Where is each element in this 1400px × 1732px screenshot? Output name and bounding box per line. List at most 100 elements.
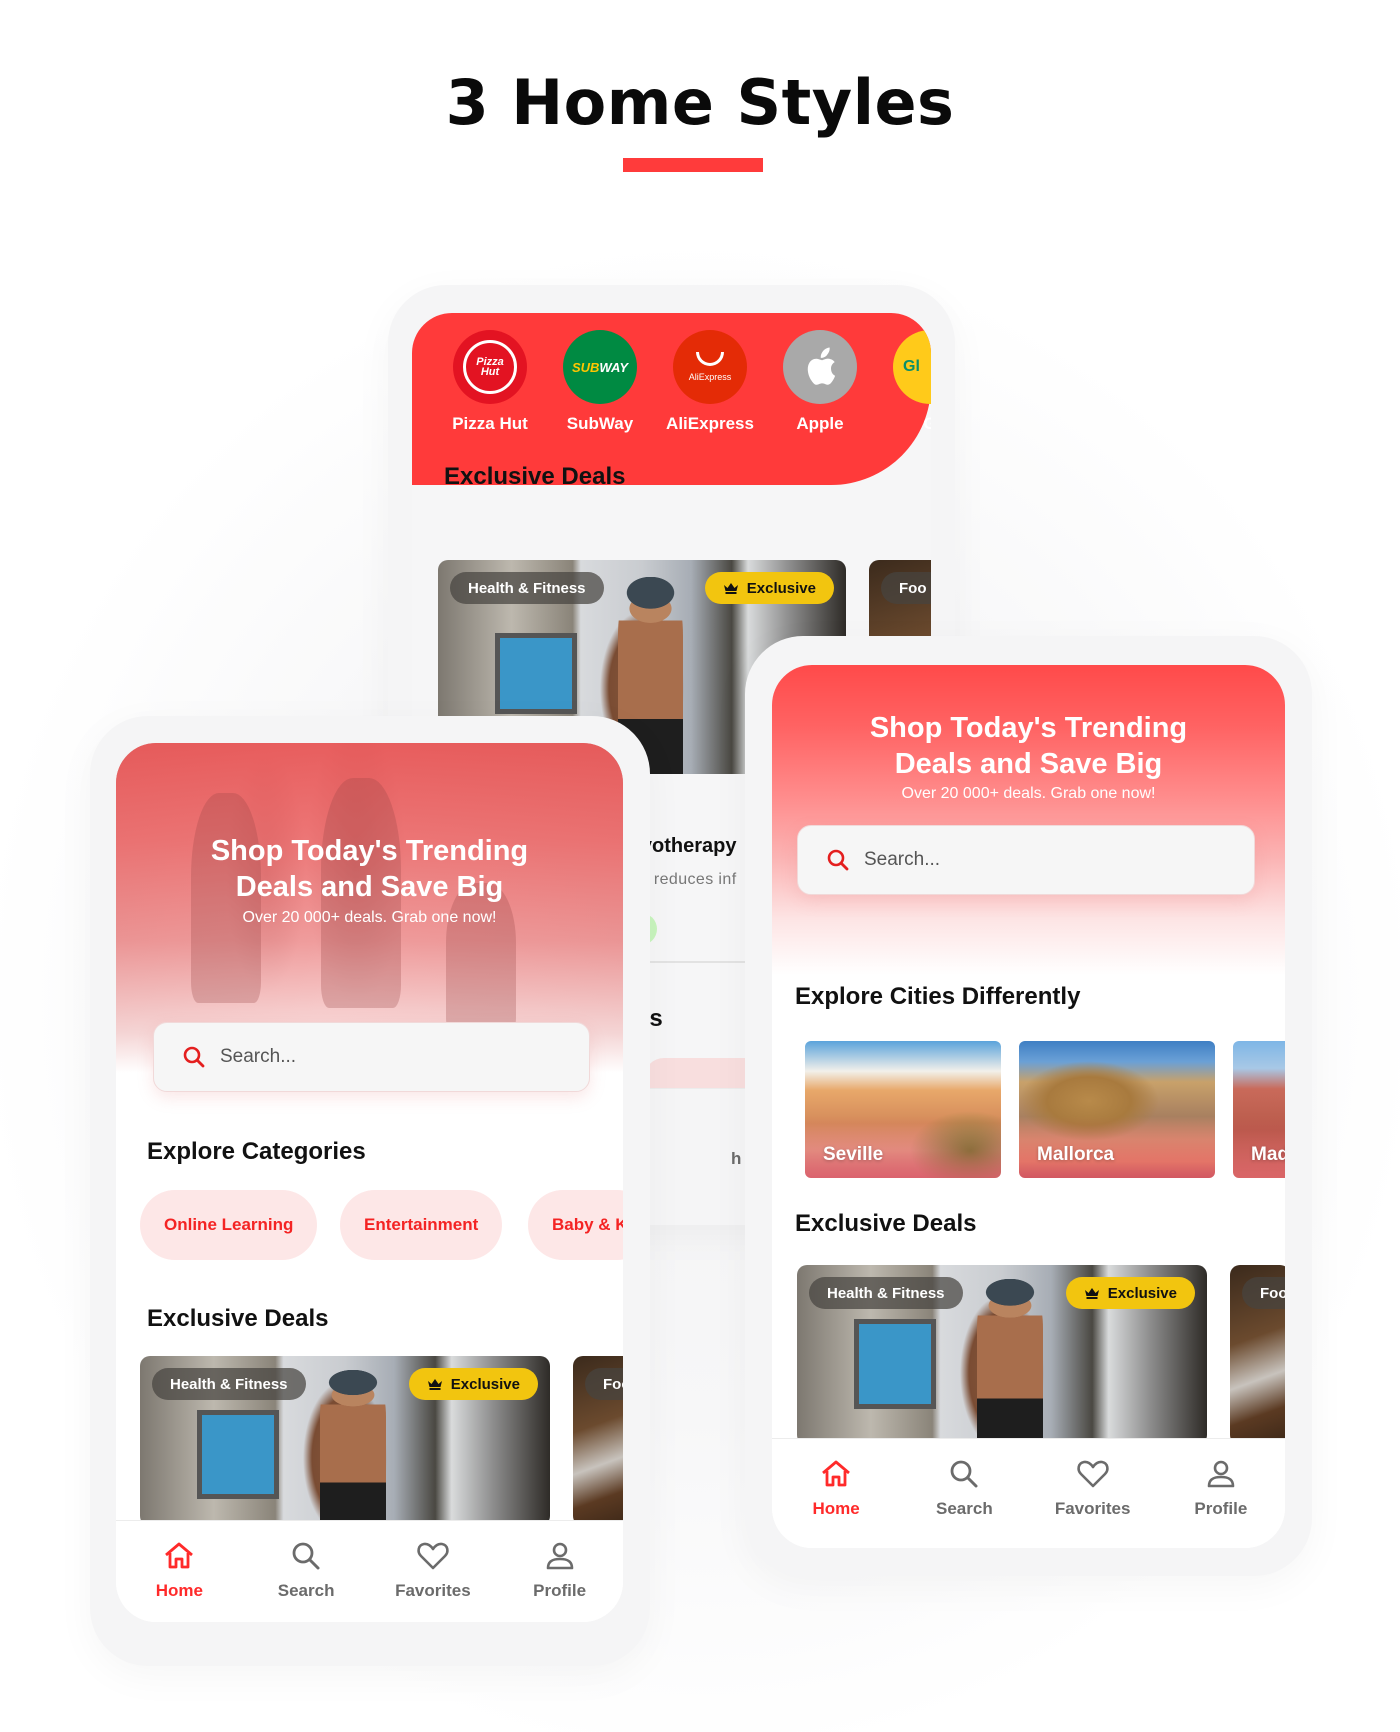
search-field[interactable] <box>797 825 1255 895</box>
category-pill[interactable]: Baby & K <box>528 1190 623 1260</box>
city-label: Seville <box>823 1144 884 1165</box>
city-label: Mallorca <box>1037 1144 1115 1165</box>
brand-label: G <box>923 414 931 433</box>
hero-title-line: Shop Today's Trending <box>210 835 529 867</box>
deal-card[interactable]: Health & Fitness Exclusive <box>140 1356 550 1526</box>
search-icon <box>827 849 849 871</box>
brand-aliexpress[interactable]: AliExpress AliExpress <box>655 330 765 434</box>
explore-categories-title: Explore Categories <box>147 1138 366 1165</box>
brand-label: AliExpress <box>666 414 754 433</box>
exclusive-badge-label: Exclusive <box>746 579 816 597</box>
exclusive-deals-title: Exclusive Deals <box>795 1210 977 1237</box>
nav-label: Home <box>812 1499 860 1518</box>
crown-icon <box>1084 1288 1099 1299</box>
explore-cities-title: Explore Cities Differently <box>795 983 1081 1010</box>
exclusive-badge: Exclusive <box>408 1368 538 1400</box>
category-badge: Foo <box>881 572 931 604</box>
exclusive-badge: Exclusive <box>704 572 834 604</box>
category-pill[interactable]: Entertainment <box>340 1190 503 1260</box>
gl-logo-text: Gl <box>903 358 920 375</box>
nav-label: Home <box>155 1581 203 1600</box>
nav-label: Search <box>277 1581 335 1600</box>
search-input[interactable] <box>864 849 1164 871</box>
nav-label: Favorites <box>1054 1499 1131 1518</box>
profile-icon <box>1207 1460 1235 1488</box>
search-field[interactable] <box>153 1022 590 1092</box>
aliexpress-logo-text: AliExpress <box>688 372 732 382</box>
nav-profile[interactable]: Profile <box>496 1521 623 1622</box>
hero-title-line: Deals and Save Big <box>235 871 504 903</box>
nav-favorites[interactable]: Favorites <box>1029 1439 1157 1548</box>
nav-label: h <box>731 1149 742 1168</box>
nav-home[interactable]: Home <box>116 1521 243 1622</box>
brand-pizza-hut[interactable]: Pizza Hut Pizza Hut <box>435 330 545 434</box>
bottom-nav: Home Search Favorites Profile <box>116 1520 623 1622</box>
page-title: 3 Home Styles <box>445 66 955 139</box>
nav-search[interactable]: Search <box>243 1521 370 1622</box>
search-icon <box>292 1542 320 1570</box>
hero-subtitle: Over 20 000+ deals. Grab one now! <box>901 785 1156 802</box>
nav-label: Profile <box>533 1581 587 1600</box>
category-pill[interactable]: Online Learning <box>140 1190 318 1260</box>
profile-icon <box>546 1542 573 1570</box>
hero-title: Shop Today's Trending Deals and Save Big <box>772 710 1285 782</box>
hero-photo-figure <box>446 883 516 1033</box>
brand-subway[interactable]: SUB WAY SubWay <box>545 330 655 434</box>
deal-image-detail <box>977 1279 1043 1445</box>
deal-card[interactable]: Foo <box>1230 1265 1285 1445</box>
deal-image-detail <box>854 1319 937 1409</box>
search-icon <box>183 1046 205 1068</box>
home-icon <box>822 1460 851 1487</box>
subway-logo-text: SUB <box>571 359 600 375</box>
deal-image-detail <box>320 1369 386 1526</box>
nav-label: Favorites <box>395 1581 471 1600</box>
brand-g[interactable]: Gl G <box>875 330 931 434</box>
subway-logo-text: WAY <box>599 359 629 375</box>
hero-title-line: Shop Today's Trending <box>869 712 1188 744</box>
city-card-mallorca[interactable]: Mallorca <box>1019 1041 1215 1178</box>
exclusive-deals-title: Exclusive Deals <box>444 463 626 490</box>
home-style-photo-hero-phone: Shop Today's Trending Deals and Save Big… <box>116 743 623 1622</box>
city-card-madrid[interactable]: Mad <box>1233 1041 1285 1178</box>
home-style-cities-phone: Shop Today's Trending Deals and Save Big… <box>772 665 1285 1548</box>
city-label: Mad <box>1251 1144 1285 1165</box>
category-badge: Foo <box>1242 1277 1285 1309</box>
nav-profile[interactable]: Profile <box>1157 1439 1285 1548</box>
city-card-seville[interactable]: Seville <box>805 1041 1001 1178</box>
apple-logo <box>783 330 857 404</box>
nav-search[interactable]: Search <box>900 1439 1028 1548</box>
hero-title-line: Deals and Save Big <box>894 748 1163 780</box>
search-icon <box>950 1460 978 1488</box>
nav-favorites[interactable]: Favorites <box>370 1521 497 1622</box>
exclusive-deals-title: Exclusive Deals <box>147 1305 329 1332</box>
nav-home[interactable]: Home <box>772 1439 900 1548</box>
brand-label: Apple <box>796 414 844 433</box>
brand-label: Pizza Hut <box>452 414 528 433</box>
nav-label: Search <box>936 1499 993 1518</box>
category-badge: Health & Fitness <box>152 1368 306 1400</box>
bottom-nav: Home Search Favorites Profile <box>772 1438 1285 1548</box>
deal-card[interactable]: Health & Fitness Exclusive <box>797 1265 1207 1445</box>
heart-icon <box>1076 1460 1109 1488</box>
crown-icon <box>427 1379 442 1390</box>
category-badge: Health & Fitness <box>809 1277 963 1309</box>
deal-card[interactable]: Foo <box>573 1356 623 1526</box>
category-badge: Foo <box>585 1368 623 1400</box>
exclusive-badge-label: Exclusive <box>1107 1284 1177 1302</box>
cities-carousel: Seville Mallorca Mad <box>772 1041 1285 1178</box>
deal-image-detail <box>197 1410 280 1499</box>
crown-icon <box>723 583 738 594</box>
brand-apple[interactable]: Apple <box>765 330 875 434</box>
gl-logo: Gl <box>893 330 931 404</box>
subway-logo: SUB WAY <box>563 330 637 404</box>
exclusive-badge-label: Exclusive <box>450 1375 520 1393</box>
brand-label: SubWay <box>566 414 634 433</box>
home-icon <box>165 1542 194 1569</box>
search-input[interactable] <box>220 1046 520 1068</box>
deal-image-detail <box>495 632 577 715</box>
pizza-hut-logo: Pizza Hut <box>453 330 527 404</box>
category-badge: Health & Fitness <box>450 572 604 604</box>
brands-header: Pizza Hut Pizza Hut SUB WAY SubWay AliExpr… <box>412 313 931 485</box>
nav-label: Profile <box>1194 1499 1248 1518</box>
heart-icon <box>417 1542 449 1570</box>
